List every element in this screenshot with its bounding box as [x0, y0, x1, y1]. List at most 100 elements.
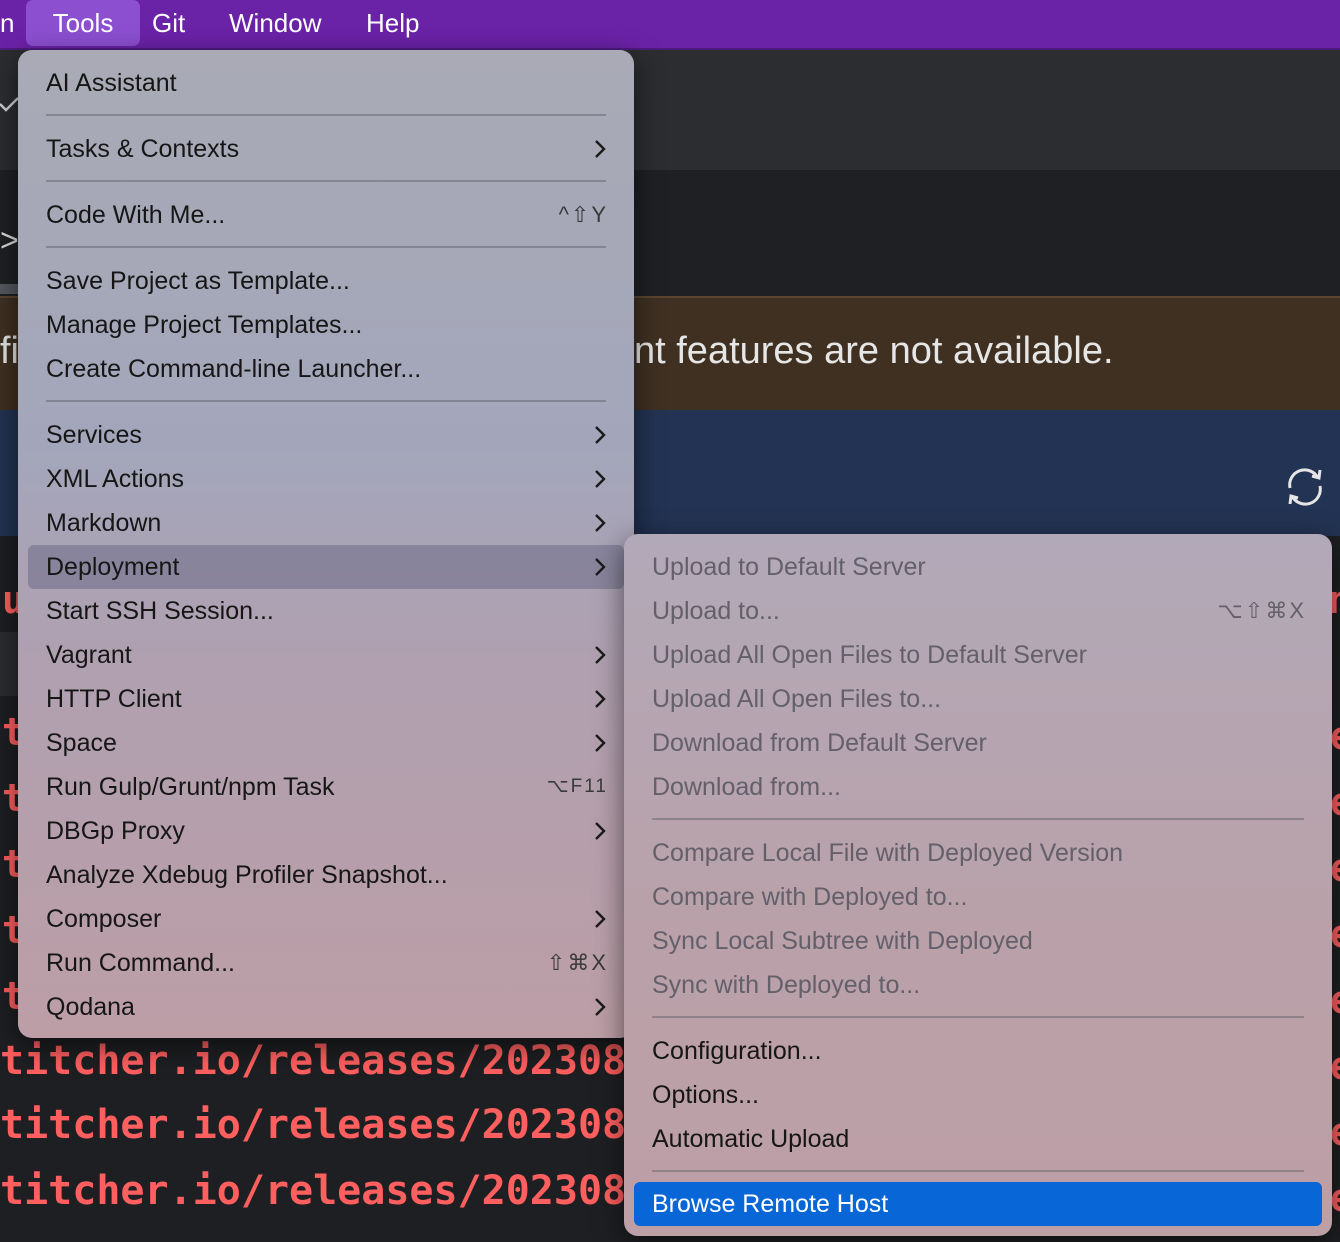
menu-item-label: XML Actions [46, 465, 185, 493]
chevron-right-icon [595, 734, 606, 752]
menubar-item-partial[interactable]: n [0, 0, 14, 48]
menubar-item-help[interactable]: Help [366, 0, 419, 48]
menu-item-label: DBGp Proxy [46, 817, 185, 845]
menu-item-ai-assistant[interactable]: AI Assistant [28, 61, 624, 105]
checkmark-icon [0, 97, 19, 112]
menu-item-label: Run Command... [46, 949, 235, 977]
menu-separator [46, 114, 606, 116]
menu-item-label: Qodana [46, 993, 135, 1021]
menu-item-label: Run Gulp/Grunt/npm Task [46, 773, 335, 801]
menu-item-dbgp-proxy[interactable]: DBGp Proxy [28, 809, 624, 853]
chevron-right-icon [595, 910, 606, 928]
menu-item-label: Deployment [46, 553, 180, 581]
menubar-item-window[interactable]: Window [229, 0, 321, 48]
menu-item-label: Configuration... [652, 1037, 822, 1065]
menu-item-browse-remote-host[interactable]: Browse Remote Host [634, 1182, 1322, 1226]
menu-bar: n Tools Git Window Help [0, 0, 1340, 50]
sync-icon[interactable] [1282, 464, 1328, 508]
menu-item-compare-local-file[interactable]: Compare Local File with Deployed Version [634, 831, 1322, 875]
menu-item-http-client[interactable]: HTTP Client [28, 677, 624, 721]
chevron-right-icon [595, 558, 606, 576]
menu-item-label: Compare Local File with Deployed Version [652, 839, 1124, 867]
menu-item-run-gulp-task[interactable]: Run Gulp/Grunt/npm Task ⌥F11 [28, 765, 624, 809]
chevron-right-icon[interactable]: > [0, 222, 19, 259]
console-gutter [0, 632, 18, 696]
menu-item-download-from[interactable]: Download from... [634, 765, 1322, 809]
menu-item-tasks-contexts[interactable]: Tasks & Contexts [28, 127, 624, 171]
menu-item-label: AI Assistant [46, 69, 177, 97]
chevron-right-icon [595, 690, 606, 708]
menu-item-compare-with-deployed[interactable]: Compare with Deployed to... [634, 875, 1322, 919]
menu-separator [46, 180, 606, 182]
menu-item-run-command[interactable]: Run Command... ⇧⌘X [28, 941, 624, 985]
menu-separator [652, 818, 1304, 820]
chevron-right-icon [595, 140, 606, 158]
menu-item-manage-project-templates[interactable]: Manage Project Templates... [28, 303, 624, 347]
menu-item-qodana[interactable]: Qodana [28, 985, 624, 1029]
menu-item-upload-default-server[interactable]: Upload to Default Server [634, 545, 1322, 589]
menu-item-upload-to[interactable]: Upload to... ⌥⇧⌘X [634, 589, 1322, 633]
banner-text: nt features are not available. [634, 330, 1114, 372]
menu-item-space[interactable]: Space [28, 721, 624, 765]
console-line: titcher.io/releases/202308 [0, 1038, 627, 1084]
menu-item-sync-with-deployed[interactable]: Sync with Deployed to... [634, 963, 1322, 1007]
menu-separator [652, 1170, 1304, 1172]
deployment-submenu: Upload to Default Server Upload to... ⌥⇧… [624, 534, 1332, 1236]
console-line: titcher.io/releases/202308 [0, 1102, 627, 1148]
menu-item-upload-all-default[interactable]: Upload All Open Files to Default Server [634, 633, 1322, 677]
shortcut-label: ⌥⇧⌘X [1217, 598, 1306, 623]
menu-item-label: Browse Remote Host [652, 1190, 889, 1218]
menu-item-download-default[interactable]: Download from Default Server [634, 721, 1322, 765]
menu-item-label: Upload to... [652, 597, 780, 625]
menubar-item-tools[interactable]: Tools [26, 0, 140, 46]
chevron-right-icon [595, 470, 606, 488]
menu-item-label: Space [46, 729, 117, 757]
console-line: titcher.io/releases/202308 [0, 1168, 627, 1214]
menu-separator [46, 400, 606, 402]
menu-item-label: Tasks & Contexts [46, 135, 240, 163]
menu-item-automatic-upload[interactable]: Automatic Upload [634, 1117, 1322, 1161]
chevron-right-icon [595, 822, 606, 840]
menu-item-label: Analyze Xdebug Profiler Snapshot... [46, 861, 448, 889]
menu-item-markdown[interactable]: Markdown [28, 501, 624, 545]
tools-menu: AI Assistant Tasks & Contexts Code With … [18, 50, 634, 1038]
menu-item-label: Download from... [652, 773, 841, 801]
menu-item-label: Markdown [46, 509, 162, 537]
menu-item-label: Composer [46, 905, 162, 933]
menu-item-label: Manage Project Templates... [46, 311, 363, 339]
menu-item-composer[interactable]: Composer [28, 897, 624, 941]
shortcut-label: ⌥F11 [546, 776, 608, 797]
menu-item-label: Services [46, 421, 142, 449]
menu-item-configuration[interactable]: Configuration... [634, 1029, 1322, 1073]
menu-item-sync-local-subtree[interactable]: Sync Local Subtree with Deployed [634, 919, 1322, 963]
chevron-right-icon [595, 426, 606, 444]
menu-item-label: Upload All Open Files to... [652, 685, 942, 713]
menu-item-upload-all-to[interactable]: Upload All Open Files to... [634, 677, 1322, 721]
shortcut-label: ⇧⌘X [546, 950, 608, 975]
banner-text-left: fi [0, 330, 19, 372]
menu-item-label: Compare with Deployed to... [652, 883, 968, 911]
menu-item-label: Download from Default Server [652, 729, 987, 757]
menu-item-services[interactable]: Services [28, 413, 624, 457]
menu-item-label: Upload All Open Files to Default Server [652, 641, 1087, 669]
menu-item-vagrant[interactable]: Vagrant [28, 633, 624, 677]
menu-item-label: Vagrant [46, 641, 132, 669]
menu-item-xml-actions[interactable]: XML Actions [28, 457, 624, 501]
menubar-item-git[interactable]: Git [152, 0, 185, 48]
menu-item-label: Upload to Default Server [652, 553, 926, 581]
menu-item-label: Code With Me... [46, 201, 226, 229]
menu-item-label: Save Project as Template... [46, 267, 350, 295]
menu-item-label: Create Command-line Launcher... [46, 355, 422, 383]
menu-item-start-ssh-session[interactable]: Start SSH Session... [28, 589, 624, 633]
shortcut-label: ^⇧Y [558, 202, 608, 227]
scrollbar-thumb[interactable] [0, 284, 18, 294]
menu-item-analyze-xdebug[interactable]: Analyze Xdebug Profiler Snapshot... [28, 853, 624, 897]
menu-item-create-launcher[interactable]: Create Command-line Launcher... [28, 347, 624, 391]
menu-item-save-project-template[interactable]: Save Project as Template... [28, 259, 624, 303]
menu-item-options[interactable]: Options... [634, 1073, 1322, 1117]
menu-item-code-with-me[interactable]: Code With Me... ^⇧Y [28, 193, 624, 237]
menu-item-deployment[interactable]: Deployment [28, 545, 624, 589]
menu-item-label: Options... [652, 1081, 759, 1109]
chevron-right-icon [595, 998, 606, 1016]
menu-item-label: Sync Local Subtree with Deployed [652, 927, 1033, 955]
